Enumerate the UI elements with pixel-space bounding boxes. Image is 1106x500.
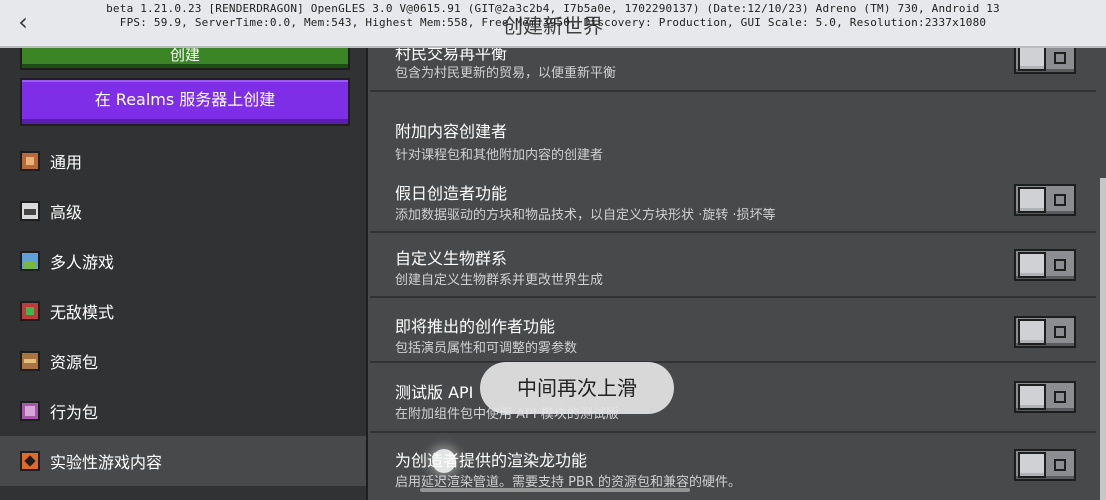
setting-description: 包括演员属性和可调整的雾参数 bbox=[395, 341, 578, 356]
general-icon bbox=[20, 151, 40, 171]
toggle-knob bbox=[1018, 452, 1046, 478]
experiments-panel: 村民交易再平衡 包含为村民更新的贸易，以便重新平衡 附加内容创建者 针对课程包和… bbox=[370, 42, 1106, 500]
behavior-pack-icon bbox=[20, 401, 40, 421]
sidebar-item-experiments[interactable]: 实验性游戏内容 bbox=[0, 436, 366, 486]
debug-info-line-1: beta 1.21.0.23 [RENDERDRAGON] OpenGLES 3… bbox=[106, 2, 1000, 15]
toggle-knob bbox=[1018, 45, 1046, 71]
upcoming-creator-features-toggle[interactable] bbox=[1014, 316, 1076, 348]
setting-title: 测试版 API bbox=[395, 383, 474, 402]
toggle-knob bbox=[1018, 319, 1046, 345]
toggle-off-icon bbox=[1054, 326, 1066, 338]
resource-pack-icon bbox=[20, 351, 40, 371]
debug-info-line-2: FPS: 59.9, ServerTime:0.0, Mem:543, High… bbox=[119, 16, 987, 29]
sidebar: 创建 在 Realms 服务器上创建 通用 高级 多人游戏 无敌模式 资源包 行… bbox=[0, 48, 368, 500]
cheats-icon bbox=[20, 301, 40, 321]
setting-title: 自定义生物群系 bbox=[395, 249, 508, 268]
sidebar-item-label: 行为包 bbox=[50, 403, 99, 422]
sidebar-item-general[interactable]: 通用 bbox=[0, 136, 366, 186]
toggle-off-icon bbox=[1054, 52, 1066, 64]
sidebar-item-label: 高级 bbox=[50, 203, 83, 222]
setting-row-upcoming-creator-features: 即将推出的创作者功能 包括演员属性和可调整的雾参数 bbox=[370, 300, 1096, 363]
toggle-knob bbox=[1018, 252, 1046, 278]
custom-biomes-toggle[interactable] bbox=[1014, 249, 1076, 281]
create-button[interactable]: 创建 bbox=[20, 48, 350, 70]
advanced-icon bbox=[20, 201, 40, 221]
beta-apis-toggle[interactable] bbox=[1014, 381, 1076, 413]
setting-title: 即将推出的创作者功能 bbox=[395, 317, 556, 336]
gesture-hint-bubble: 中间再次上滑 bbox=[480, 362, 674, 414]
sidebar-item-label: 多人游戏 bbox=[50, 253, 115, 272]
toggle-off-icon bbox=[1054, 391, 1066, 403]
experiments-icon bbox=[20, 451, 40, 471]
sidebar-item-resource-packs[interactable]: 资源包 bbox=[0, 336, 366, 386]
sidebar-item-behavior-packs[interactable]: 行为包 bbox=[0, 386, 366, 436]
toggle-off-icon bbox=[1054, 259, 1066, 271]
sidebar-item-label: 实验性游戏内容 bbox=[50, 453, 163, 472]
home-indicator-bar[interactable] bbox=[420, 488, 690, 492]
setting-title: 假日创造者功能 bbox=[395, 184, 508, 203]
sidebar-item-advanced[interactable]: 高级 bbox=[0, 186, 366, 236]
section-header-addon-creators: 附加内容创建者 针对课程包和其他附加内容的创建者 bbox=[370, 92, 1096, 168]
setting-title: 为创造者提供的渲染龙功能 bbox=[395, 451, 588, 470]
scrollbar[interactable] bbox=[1100, 178, 1106, 500]
multiplayer-icon bbox=[20, 251, 40, 271]
sidebar-item-multiplayer[interactable]: 多人游戏 bbox=[0, 236, 366, 286]
setting-row-beta-apis: 测试版 API 在附加组件包中使用 API 模块的测试版 bbox=[370, 365, 1096, 433]
setting-description: 创建自定义生物群系并更改世界生成 bbox=[395, 273, 604, 288]
toggle-off-icon bbox=[1054, 459, 1066, 471]
render-dragon-features-toggle[interactable] bbox=[1014, 449, 1076, 481]
sidebar-item-cheats[interactable]: 无敌模式 bbox=[0, 286, 366, 336]
toggle-knob bbox=[1018, 384, 1046, 410]
create-on-realms-button[interactable]: 在 Realms 服务器上创建 bbox=[20, 78, 350, 126]
toggle-knob bbox=[1018, 187, 1046, 213]
section-title: 附加内容创建者 bbox=[395, 122, 508, 141]
sidebar-item-label: 资源包 bbox=[50, 353, 99, 372]
touch-indicator bbox=[432, 449, 456, 473]
section-description: 针对课程包和其他附加内容的创建者 bbox=[395, 148, 604, 163]
setting-row-custom-biomes: 自定义生物群系 创建自定义生物群系并更改世界生成 bbox=[370, 235, 1096, 298]
setting-row-holiday-creator-features: 假日创造者功能 添加数据驱动的方块和物品技术，以自定义方块形状 ·旋转 ·损坏等 bbox=[370, 170, 1096, 233]
sidebar-item-label: 通用 bbox=[50, 153, 83, 172]
setting-description: 包含为村民更新的贸易，以便重新平衡 bbox=[395, 66, 617, 81]
sidebar-item-label: 无敌模式 bbox=[50, 303, 115, 322]
holiday-creator-features-toggle[interactable] bbox=[1014, 184, 1076, 216]
toggle-off-icon bbox=[1054, 194, 1066, 206]
setting-description: 添加数据驱动的方块和物品技术，以自定义方块形状 ·旋转 ·损坏等 bbox=[395, 208, 776, 223]
top-bar: ‹ beta 1.21.0.23 [RENDERDRAGON] OpenGLES… bbox=[0, 0, 1106, 48]
